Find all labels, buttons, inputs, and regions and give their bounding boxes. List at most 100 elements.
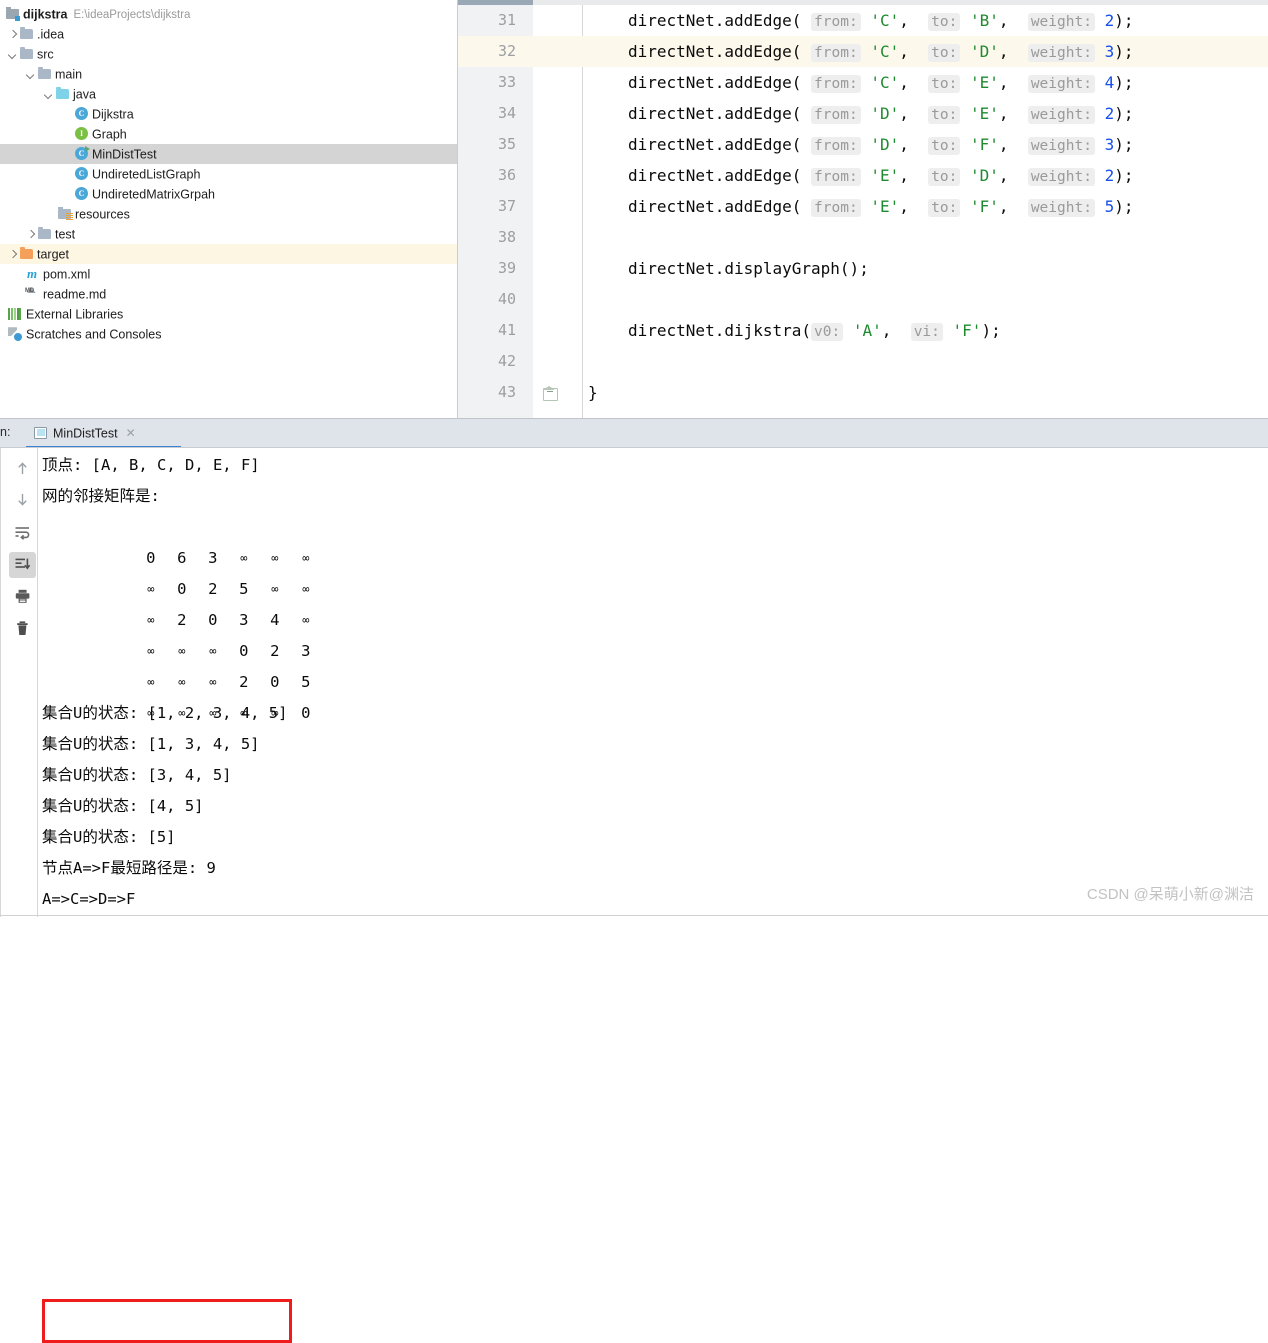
code-line[interactable]: 37 directNet.addEdge( from: 'E', to: 'F'… [458, 191, 1268, 222]
project-tool-window[interactable]: dijkstra E:\ideaProjects\dijkstra .idea s… [0, 0, 458, 418]
matrix-cell: ∞ [147, 675, 155, 689]
param-hint-to: to: [928, 137, 961, 155]
code-line-current[interactable]: 32 directNet.addEdge( from: 'C', to: 'D'… [458, 36, 1268, 67]
code-line[interactable]: 34 directNet.addEdge( from: 'D', to: 'E'… [458, 98, 1268, 129]
close-icon[interactable]: ✕ [126, 419, 136, 448]
code-line-blank[interactable]: 40 [458, 284, 1268, 315]
matrix-cell: 3 [239, 611, 249, 629]
tree-row-main[interactable]: main [0, 64, 457, 84]
matrix-cell: ∞ [209, 644, 217, 658]
param-hint-to: to: [928, 13, 961, 31]
module-icon [6, 6, 20, 21]
code-method: .addEdge( [714, 42, 802, 61]
chevron-right-icon[interactable] [26, 229, 37, 240]
tree-row-project-root[interactable]: dijkstra E:\ideaProjects\dijkstra [0, 4, 457, 24]
param-hint-weight: weight: [1027, 106, 1095, 124]
tree-row-idea[interactable]: .idea [0, 24, 457, 44]
tree-row-target[interactable]: target [0, 244, 457, 264]
matrix-cell: ∞ [302, 582, 310, 596]
code-fold-marker-icon[interactable] [543, 386, 558, 401]
code-line[interactable]: 41 directNet.dijkstra(v0: 'A', vi: 'F'); [458, 315, 1268, 346]
console-matrix-row: 0 6 3 ∞ ∞ ∞ [42, 512, 1142, 567]
matrix-cell: ∞ [147, 613, 155, 627]
code-object: directNet [628, 42, 715, 61]
tree-row-java[interactable]: java [0, 84, 457, 104]
tree-row-src[interactable]: src [0, 44, 457, 64]
code-string: 'A' [852, 321, 882, 340]
tree-item-label: src [37, 47, 54, 62]
param-hint-from: from: [811, 13, 861, 31]
code-object: directNet [628, 197, 715, 216]
code-text: directNet.dijkstra(v0: 'A', vi: 'F'); [628, 321, 1001, 341]
print-icon[interactable] [9, 584, 36, 610]
code-line[interactable]: 43 } [458, 377, 1268, 408]
tree-row-scratches[interactable]: Scratches and Consoles [0, 324, 457, 344]
folder-icon [38, 226, 51, 239]
code-line-blank[interactable]: 38 [458, 222, 1268, 253]
matrix-cell: ∞ [271, 582, 279, 596]
chevron-down-icon[interactable] [8, 49, 19, 60]
code-line[interactable]: 36 directNet.addEdge( from: 'E', to: 'D'… [458, 160, 1268, 191]
code-line[interactable]: 33 directNet.addEdge( from: 'C', to: 'E'… [458, 67, 1268, 98]
matrix-cell: 3 [208, 549, 218, 567]
chevron-down-icon[interactable] [44, 89, 55, 100]
console-toolbar[interactable] [8, 448, 37, 917]
ide-window: dijkstra E:\ideaProjects\dijkstra .idea s… [0, 0, 1268, 1343]
tree-row-mindisttest[interactable]: C MinDistTest [0, 144, 457, 164]
resources-folder-icon [58, 206, 73, 220]
tree-row-undiretedmatrixgrpah[interactable]: C UndiretedMatrixGrpah [0, 184, 457, 204]
run-tool-window: n: MinDistTest ✕ 顶点: [A, B, C, D, E, F] … [0, 418, 1268, 1343]
code-object: directNet [628, 11, 715, 30]
tree-row-dijkstra-class[interactable]: C Dijkstra [0, 104, 457, 124]
line-number: 42 [497, 352, 516, 370]
run-tab-label: MinDistTest [53, 426, 118, 441]
matrix-cell: 2 [177, 611, 187, 629]
code-text: directNet.addEdge( from: 'C', to: 'E', w… [628, 73, 1134, 93]
code-text: directNet.addEdge( from: 'E', to: 'D', w… [628, 166, 1134, 186]
line-number: 37 [497, 197, 516, 215]
run-tab-mindisttest[interactable]: MinDistTest ✕ [26, 419, 144, 448]
tree-item-label: UndiretedListGraph [92, 167, 201, 182]
code-fold-minus-icon [547, 391, 553, 392]
tree-row-pom[interactable]: m pom.xml [0, 264, 457, 284]
tree-row-readme[interactable]: readme.md [0, 281, 457, 304]
code-line[interactable]: 31 directNet.addEdge( from: 'C', to: 'B'… [458, 5, 1268, 36]
scroll-up-icon[interactable] [9, 456, 36, 482]
tree-row-resources[interactable]: resources [0, 204, 457, 224]
tree-item-label: Graph [92, 127, 127, 142]
tree-row-undiretedlistgraph[interactable]: C UndiretedListGraph [0, 164, 457, 184]
editor-code-area[interactable]: 31 directNet.addEdge( from: 'C', to: 'B'… [458, 5, 1268, 418]
code-line[interactable]: 39 directNet.displayGraph(); [458, 253, 1268, 284]
code-line[interactable]: 35 directNet.addEdge( from: 'D', to: 'F'… [458, 129, 1268, 160]
code-tail: ); [1114, 42, 1134, 61]
tree-row-external-libraries[interactable]: External Libraries [0, 304, 457, 324]
tree-row-test[interactable]: test [0, 224, 457, 244]
chevron-right-icon[interactable] [8, 249, 19, 260]
tree-row-graph-interface[interactable]: I Graph [0, 124, 457, 144]
code-tail: ); [1114, 135, 1134, 154]
code-line-blank[interactable]: 42 [458, 346, 1268, 377]
markdown-icon [25, 281, 39, 301]
tree-item-label: MinDistTest [92, 147, 157, 162]
chevron-right-icon[interactable] [8, 29, 19, 40]
code-object: directNet [628, 321, 715, 340]
param-hint-from: from: [811, 168, 861, 186]
clear-all-icon[interactable] [9, 616, 36, 642]
code-object: directNet [628, 73, 715, 92]
scroll-to-end-icon[interactable] [9, 552, 36, 578]
matrix-cell: ∞ [302, 551, 310, 565]
code-string: 'E' [870, 166, 900, 185]
code-number: 2 [1104, 104, 1115, 123]
code-editor[interactable]: 31 directNet.addEdge( from: 'C', to: 'B'… [458, 0, 1268, 418]
code-string: 'F' [970, 197, 999, 216]
matrix-cell: 0 [301, 704, 311, 722]
scroll-down-icon[interactable] [9, 487, 36, 513]
project-tree[interactable]: dijkstra E:\ideaProjects\dijkstra .idea s… [0, 4, 457, 344]
folder-icon [20, 46, 33, 59]
chevron-down-icon[interactable] [26, 69, 37, 80]
code-method: .addEdge( [714, 104, 802, 123]
console-output[interactable]: 顶点: [A, B, C, D, E, F] 网的邻接矩阵是: 0 6 3 ∞ ∞ ∞ ∞… [42, 450, 1142, 915]
line-number: 33 [497, 73, 516, 91]
matrix-cell: 2 [270, 642, 280, 660]
soft-wrap-icon[interactable] [9, 520, 36, 546]
